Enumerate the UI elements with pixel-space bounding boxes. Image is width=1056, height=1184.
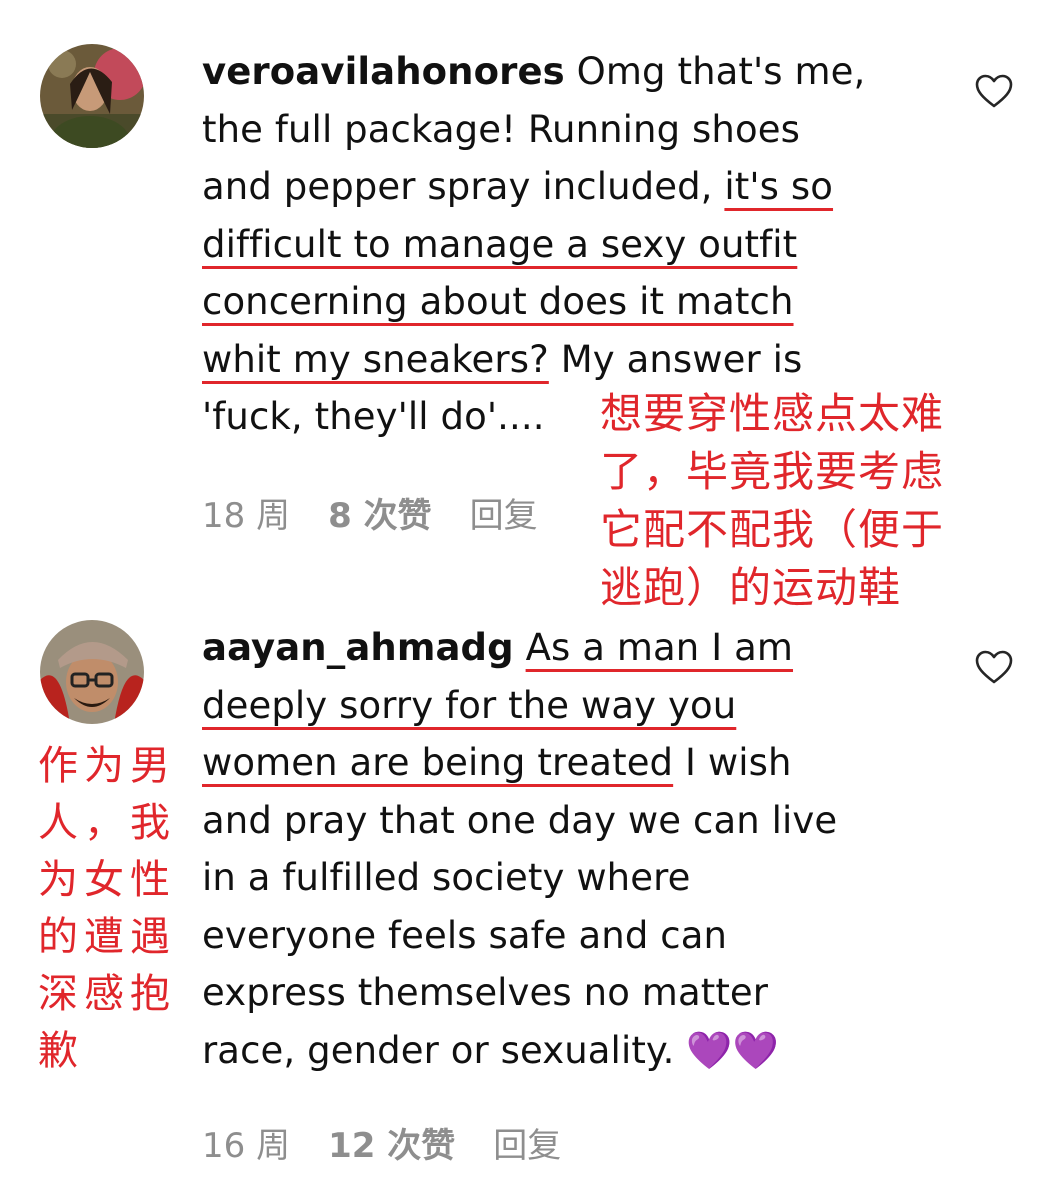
comment-text-line: and pray that one day we can live (202, 798, 838, 842)
comment-meta: 18 周 8 次赞 回复 (202, 496, 576, 536)
underlined-text: whit my sneakers? (202, 337, 549, 381)
comment-text: everyone feels safe and can (202, 913, 728, 957)
annotation-line: 想要穿性感点太难 (600, 389, 945, 438)
annotation-line: 人，我 (38, 800, 176, 846)
comment-text (514, 626, 526, 669)
like-heart-icon[interactable] (974, 648, 1014, 688)
comment-time: 16 周 (202, 1126, 291, 1166)
underlined-text: difficult to manage a sexy outfit (202, 222, 798, 266)
annotation-translation: 想要穿性感点太难 了，毕竟我要考虑 它配不配我（便于 逃跑）的运动鞋 (600, 385, 944, 617)
avatar[interactable] (40, 620, 144, 724)
comment-text-line: express themselves no matter (202, 973, 768, 1013)
comment-text-line: veroavilahonores Omg that's me, (202, 52, 865, 92)
annotation-line: 歉 (38, 1028, 84, 1074)
annotation-line: 了，毕竟我要考虑 (600, 447, 945, 496)
username[interactable]: aayan_ahmadg (202, 626, 514, 669)
avatar[interactable] (40, 44, 144, 148)
comment-text: 'fuck, they'll do'.... (202, 395, 545, 438)
comment-text-line: difficult to manage a sexy outfit (202, 222, 798, 266)
comment-time: 18 周 (202, 496, 291, 536)
underlined-text: deeply sorry for the way you (202, 683, 737, 727)
comment-text-line: and pepper spray included, it's so (202, 167, 833, 207)
comment-text-line: women are being treated I wish (202, 743, 792, 783)
like-count[interactable]: 8 次赞 (328, 496, 432, 536)
comment-text-line: deeply sorry for the way you (202, 683, 737, 727)
annotation-translation: 作为男人，我为女性的遭遇深感抱歉 (38, 738, 176, 1080)
comment-text-line: 'fuck, they'll do'.... (202, 397, 545, 437)
comment-text-line: the full package! Running shoes (202, 107, 800, 151)
annotation-line: 的遭遇 (38, 914, 176, 960)
annotation-line: 作为男 (38, 743, 176, 789)
underlined-text: it's so (724, 165, 834, 208)
comment-text-line: concerning about does it match (202, 282, 794, 322)
reply-button[interactable]: 回复 (470, 496, 538, 536)
annotation-line: 深感抱 (38, 971, 176, 1017)
like-heart-icon[interactable] (974, 72, 1014, 112)
like-count[interactable]: 12 次赞 (328, 1126, 455, 1166)
comment-text: and pepper spray included, (202, 165, 725, 208)
comment-text: My answer is (548, 337, 803, 381)
annotation-line: 它配不配我（便于 (600, 505, 945, 554)
comment-text-line: whit my sneakers? My answer is (202, 337, 803, 381)
comment-text: Omg that's me, (564, 50, 866, 93)
underlined-text: women are being treated (202, 741, 674, 784)
comment-text: I wish (673, 741, 792, 784)
comment-text-line: aayan_ahmadg As a man I am (202, 628, 793, 668)
underlined-text: As a man I am (525, 626, 794, 669)
underlined-text: concerning about does it match (202, 280, 794, 323)
comment-text: and pray that one day we can live (202, 798, 838, 842)
comment-meta: 16 周 12 次赞 回复 (202, 1126, 599, 1166)
comment-text: race, gender or sexuality. 💜💜 (202, 1028, 779, 1072)
comment-text-line: race, gender or sexuality. 💜💜 (202, 1028, 779, 1072)
comment-text: express themselves no matter (202, 971, 769, 1014)
comment-text-line: everyone feels safe and can (202, 913, 728, 957)
comment-text: the full package! Running shoes (202, 107, 800, 151)
annotation-line: 逃跑）的运动鞋 (600, 563, 902, 612)
annotation-line: 为女性 (38, 857, 176, 903)
username[interactable]: veroavilahonores (202, 50, 565, 93)
reply-button[interactable]: 回复 (493, 1126, 561, 1166)
comment-text-line: in a fulfilled society where (202, 858, 690, 898)
comment-text: in a fulfilled society where (202, 856, 691, 899)
